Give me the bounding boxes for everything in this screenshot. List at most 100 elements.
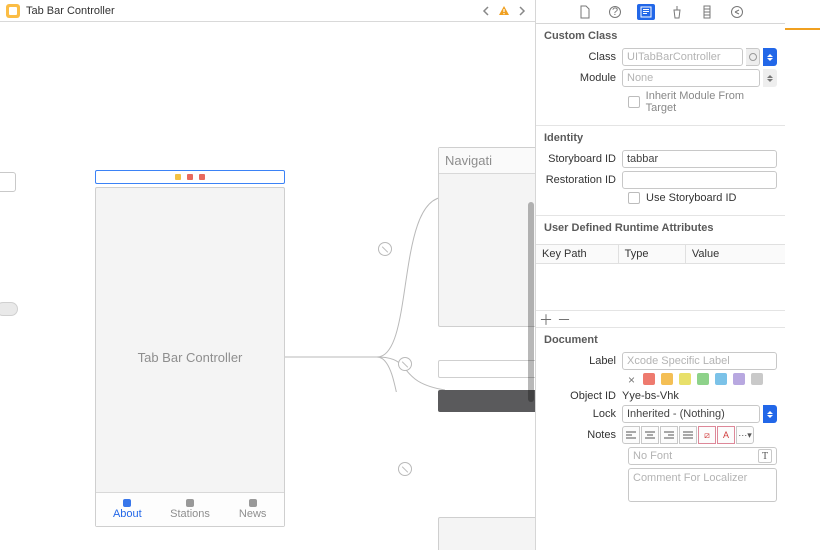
module-label: Module [544,72,616,84]
color-swatch[interactable] [697,373,709,385]
exit-icon [199,174,205,180]
breadcrumb-bar: Tab Bar Controller [0,0,535,22]
dropdown-arrow-icon[interactable] [763,48,777,66]
udra-col-key[interactable]: Key Path [536,245,618,264]
align-center-icon[interactable] [641,426,659,444]
tab-bar: About Stations News [96,492,284,526]
history-back-icon[interactable] [479,4,493,18]
storyboard-file-icon [6,4,20,18]
label-label: Label [544,355,616,367]
navigation-controller-scene[interactable]: Navigati [438,147,535,327]
align-right-icon[interactable] [660,426,678,444]
history-forward-icon[interactable] [515,4,529,18]
more-icon[interactable]: ⋯▾ [736,426,754,444]
scene-title-bar[interactable] [95,170,285,184]
identity-inspector-panel: ? Custom Class Class UITabBarController … [535,0,785,550]
scrollbar-thumb[interactable] [528,202,534,402]
nav-bar: Navigati [439,148,535,174]
font-picker-icon[interactable]: T [758,449,772,463]
identity-section: Identity Storyboard ID tabbar Restoratio… [536,126,785,216]
segue-node-icon[interactable] [398,357,412,371]
udra-add-remove: ＋ － [536,310,785,327]
tab-item-stations[interactable]: Stations [159,493,222,526]
lock-label: Lock [544,408,616,420]
module-combobox[interactable]: None [622,69,760,87]
label-color-swatches: × [628,373,763,387]
size-inspector-tab-icon[interactable] [699,4,715,20]
color-swatch[interactable] [751,373,763,385]
attributes-inspector-tab-icon[interactable] [669,4,685,20]
clear-swatch[interactable]: × [628,373,635,387]
udra-section: User Defined Runtime Attributes Key Path… [536,216,785,328]
use-storyboard-id-label: Use Storyboard ID [646,192,736,204]
help-inspector-tab-icon[interactable]: ? [607,4,623,20]
use-storyboard-id-checkbox[interactable] [628,192,640,204]
section-heading: Custom Class [544,30,777,42]
tab-icon [123,499,131,507]
exit-icon [187,174,193,180]
identity-inspector-tab-icon[interactable] [637,4,655,20]
section-heading: Identity [544,132,777,144]
storyboard-id-label: Storyboard ID [544,153,616,165]
localizer-comment-textarea[interactable]: Comment For Localizer [628,468,777,502]
dropdown-arrow-icon[interactable] [763,405,777,423]
udra-col-value[interactable]: Value [685,245,785,264]
label-input[interactable]: Xcode Specific Label [622,352,777,370]
svg-text:?: ? [611,6,617,18]
lock-select[interactable]: Inherited - (Nothing) [622,405,760,423]
color-swatch[interactable] [661,373,673,385]
custom-class-section: Custom Class Class UITabBarController Mo… [536,24,785,126]
add-button[interactable]: ＋ [538,313,554,327]
offscreen-scene [0,302,18,316]
connections-inspector-tab-icon[interactable] [729,4,745,20]
warning-icon[interactable] [497,4,511,18]
tab-icon [249,499,257,507]
color-swatch[interactable] [733,373,745,385]
notes-label: Notes [544,429,616,441]
color-swatch[interactable] [679,373,691,385]
inspector-tab-bar: ? [536,0,785,24]
section-heading: Document [544,334,777,346]
note-a-icon[interactable]: ⧄ [698,426,716,444]
align-justify-icon[interactable] [679,426,697,444]
vertical-scrollbar[interactable] [527,22,535,550]
segue-node-icon[interactable] [378,242,392,256]
first-responder-icon [175,174,181,180]
remove-button[interactable]: － [556,313,572,327]
storyboard-id-input[interactable]: tabbar [622,150,777,168]
scene-partial[interactable] [438,517,535,550]
restoration-id-label: Restoration ID [544,174,616,186]
orange-divider [785,28,820,30]
inherit-module-label: Inherit Module From Target [646,90,777,114]
font-select[interactable]: No Font T [628,447,777,465]
tab-item-news[interactable]: News [221,493,284,526]
storyboard-canvas[interactable]: Tab Bar Controller About Stations News N… [0,22,535,550]
color-swatch[interactable] [643,373,655,385]
restoration-id-input[interactable] [622,171,777,189]
class-label: Class [544,51,616,63]
offscreen-scene [0,172,16,192]
udra-body[interactable] [536,264,785,310]
file-inspector-tab-icon[interactable] [577,4,593,20]
breadcrumb-title[interactable]: Tab Bar Controller [26,5,115,17]
scene-partial[interactable] [438,390,535,412]
tab-bar-controller-scene[interactable]: Tab Bar Controller About Stations News [95,187,285,527]
dropdown-arrow-icon[interactable] [763,69,777,87]
align-left-icon[interactable] [622,426,640,444]
note-b-icon[interactable]: A [717,426,735,444]
clear-icon[interactable] [746,48,760,66]
segue-node-icon[interactable] [398,462,412,476]
class-combobox[interactable]: UITabBarController [622,48,743,66]
scene-label: Tab Bar Controller [96,188,284,526]
section-heading: User Defined Runtime Attributes [536,222,785,238]
udra-table: Key Path Type Value [536,244,785,264]
tab-item-about[interactable]: About [96,493,159,526]
notes-toolbar: ⧄ A ⋯▾ [622,426,777,444]
scene-partial[interactable] [438,360,535,378]
object-id-label: Object ID [544,390,616,402]
document-section: Document Label Xcode Specific Label × Ob… [536,328,785,513]
inherit-module-checkbox[interactable] [628,96,640,108]
udra-col-type[interactable]: Type [618,245,685,264]
color-swatch[interactable] [715,373,727,385]
right-gutter [785,0,820,550]
